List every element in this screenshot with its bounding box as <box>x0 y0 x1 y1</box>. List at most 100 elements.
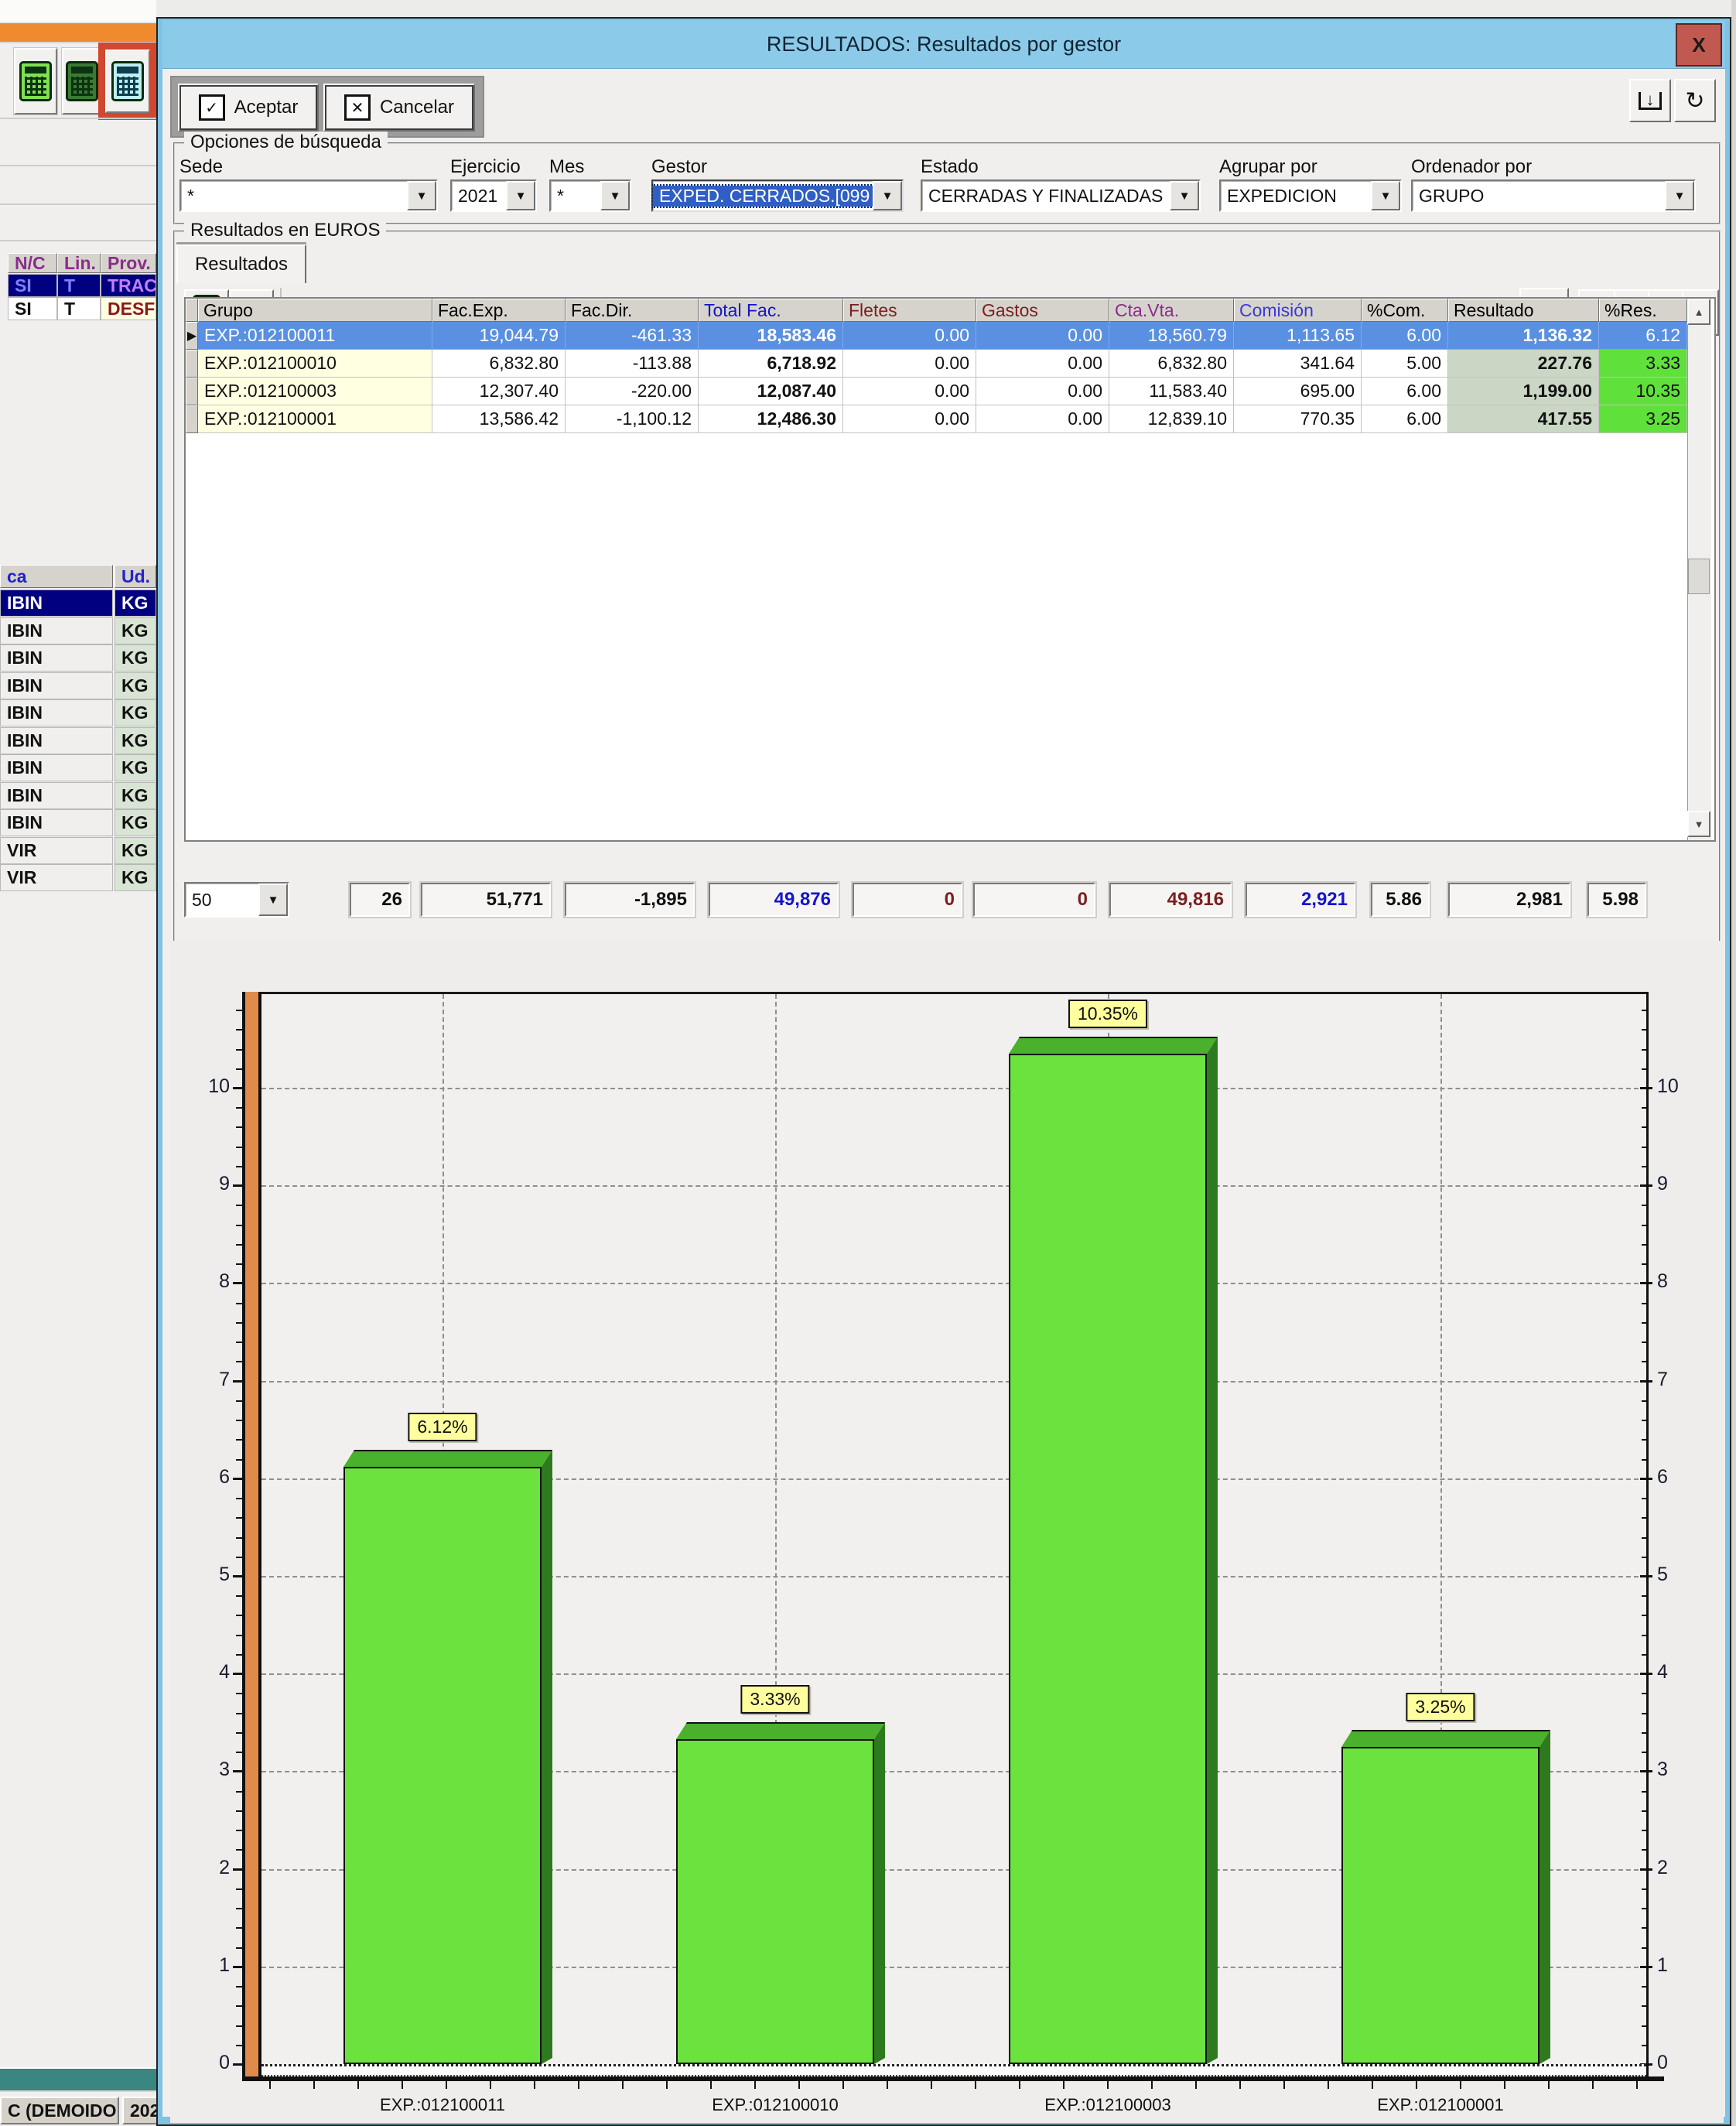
grid-cell[interactable]: 18,560.79 <box>1109 322 1234 350</box>
column-header[interactable]: ca <box>0 565 113 588</box>
combo-estado[interactable]: CERRADAS Y FINALIZADAS▼ <box>921 179 1201 212</box>
grid-cell[interactable]: 11,583.40 <box>1109 378 1234 405</box>
grid-cell[interactable]: 695.00 <box>1234 378 1362 405</box>
list-item[interactable]: IBIN <box>0 754 113 781</box>
calculator-button-2[interactable] <box>62 48 102 115</box>
grid-cell[interactable]: 10.35 <box>1599 378 1687 405</box>
column-header-7[interactable]: Comisión <box>1234 299 1362 322</box>
calculator-button-3-highlighted[interactable] <box>105 50 150 113</box>
grid-cell[interactable]: -220.00 <box>566 378 699 405</box>
list-item-unit[interactable]: KG <box>114 617 156 644</box>
scroll-up-button[interactable]: ▲ <box>1687 299 1710 325</box>
grid-cell[interactable]: 6,832.80 <box>432 350 566 378</box>
column-header-2[interactable]: Fac.Dir. <box>566 299 699 322</box>
column-header-6[interactable]: Cta.Vta. <box>1109 299 1234 322</box>
column-header-1[interactable]: Fac.Exp. <box>432 299 566 322</box>
dialog-titlebar[interactable]: RESULTADOS: Resultados por gestor <box>162 20 1725 69</box>
list-item-unit[interactable]: KG <box>114 864 156 891</box>
grid-cell[interactable]: 0.00 <box>976 378 1109 405</box>
table-cell[interactable]: T <box>57 297 101 320</box>
grid-cell[interactable]: 3.33 <box>1599 350 1687 378</box>
list-item-unit[interactable]: KG <box>114 590 156 617</box>
grid-cell[interactable]: 0.00 <box>843 322 976 350</box>
grid-cell[interactable]: -113.88 <box>566 350 699 378</box>
grid-cell[interactable]: 0.00 <box>976 405 1109 433</box>
list-item[interactable]: IBIN <box>0 809 113 836</box>
cancel-button[interactable]: ✕ Cancelar <box>323 84 475 132</box>
scroll-thumb[interactable] <box>1688 559 1710 594</box>
grid-cell[interactable]: 0.00 <box>976 350 1109 378</box>
column-header-9[interactable]: Resultado <box>1448 299 1599 322</box>
grid-cell[interactable]: 0.00 <box>843 378 976 405</box>
scroll-down-button[interactable]: ▼ <box>1687 811 1710 837</box>
list-item-unit[interactable]: KG <box>114 809 156 836</box>
grid-cell[interactable]: 6.12 <box>1599 322 1687 350</box>
chevron-down-icon[interactable]: ▼ <box>600 181 630 210</box>
list-item[interactable]: IBIN <box>0 727 113 754</box>
list-item[interactable]: IBIN <box>0 699 113 726</box>
combo-sede[interactable]: *▼ <box>179 179 438 212</box>
grid-cell[interactable]: 0.00 <box>843 405 976 433</box>
column-header[interactable]: Ud. <box>114 565 156 588</box>
column-header-8[interactable]: %Com. <box>1362 299 1448 322</box>
grid-cell[interactable]: 12,486.30 <box>699 405 843 433</box>
accept-button[interactable]: ✓ Aceptar <box>178 84 319 132</box>
column-header-4[interactable]: Fletes <box>843 299 976 322</box>
grid-cell[interactable]: 6.00 <box>1362 405 1448 433</box>
column-header-10[interactable]: %Res. <box>1599 299 1687 322</box>
combo-ordenador-por[interactable]: GRUPO▼ <box>1411 179 1696 212</box>
table-cell[interactable]: TRAC <box>101 274 156 297</box>
chevron-down-icon[interactable]: ▼ <box>1665 181 1694 210</box>
grid-cell[interactable]: 6.00 <box>1362 378 1448 405</box>
column-header-3[interactable]: Total Fac. <box>699 299 843 322</box>
list-item[interactable]: IBIN <box>0 782 113 809</box>
list-item[interactable]: IBIN <box>0 617 113 644</box>
grid-cell[interactable]: 18,583.46 <box>699 322 843 350</box>
row-header[interactable] <box>186 350 198 378</box>
chevron-down-icon[interactable]: ▼ <box>873 181 902 210</box>
list-item[interactable]: VIR <box>0 864 113 891</box>
grid-cell[interactable]: 19,044.79 <box>432 322 566 350</box>
list-item[interactable]: IBIN <box>0 590 113 617</box>
grid-cell[interactable]: EXP.:012100010 <box>198 350 432 378</box>
list-item-unit[interactable]: KG <box>114 644 156 672</box>
list-item-unit[interactable]: KG <box>114 754 156 781</box>
grid-cell[interactable]: 1,136.32 <box>1448 322 1599 350</box>
row-header[interactable] <box>186 378 198 405</box>
grid-cell[interactable]: 6.00 <box>1362 322 1448 350</box>
chevron-down-icon[interactable]: ▼ <box>1371 181 1400 210</box>
table-cell[interactable]: T <box>57 274 101 297</box>
close-button[interactable]: X <box>1676 23 1722 67</box>
grid-cell[interactable]: 227.76 <box>1448 350 1599 378</box>
grid-cell[interactable]: -1,100.12 <box>566 405 699 433</box>
column-header[interactable]: Prov. <box>101 253 156 273</box>
row-header[interactable] <box>186 405 198 433</box>
row-header[interactable]: ▶ <box>186 322 198 350</box>
grid-cell[interactable]: 1,113.65 <box>1234 322 1362 350</box>
list-item[interactable]: VIR <box>0 837 113 864</box>
grid-cell[interactable]: 0.00 <box>843 350 976 378</box>
grid-cell[interactable]: 3.25 <box>1599 405 1687 433</box>
list-item-unit[interactable]: KG <box>114 837 156 864</box>
grid-cell[interactable]: 1,199.00 <box>1448 378 1599 405</box>
column-header-5[interactable]: Gastos <box>976 299 1109 322</box>
list-item-unit[interactable]: KG <box>114 782 156 809</box>
chevron-down-icon[interactable]: ▼ <box>258 884 288 916</box>
list-item-unit[interactable]: KG <box>114 699 156 726</box>
list-item[interactable]: IBIN <box>0 644 113 672</box>
tab-resultados[interactable]: Resultados <box>176 244 306 283</box>
grid-cell[interactable]: 12,087.40 <box>699 378 843 405</box>
grid-cell[interactable]: 6,832.80 <box>1109 350 1234 378</box>
combo-gestor[interactable]: EXPED. CERRADOS.[099▼ <box>651 179 904 212</box>
column-header-0[interactable]: Grupo <box>198 299 432 322</box>
chevron-down-icon[interactable]: ▼ <box>407 181 436 210</box>
grid-cell[interactable]: 770.35 <box>1234 405 1362 433</box>
calculator-button-1[interactable] <box>14 48 57 115</box>
grid-cell[interactable]: EXP.:012100011 <box>198 322 432 350</box>
grid-cell[interactable]: 12,839.10 <box>1109 405 1234 433</box>
combo-ejercicio[interactable]: 2021▼ <box>450 179 537 212</box>
grid-cell[interactable]: EXP.:012100003 <box>198 378 432 405</box>
column-header[interactable]: N/C <box>8 253 57 273</box>
grid-cell[interactable]: 12,307.40 <box>432 378 566 405</box>
refresh-button[interactable]: ↻ <box>1674 79 1716 122</box>
